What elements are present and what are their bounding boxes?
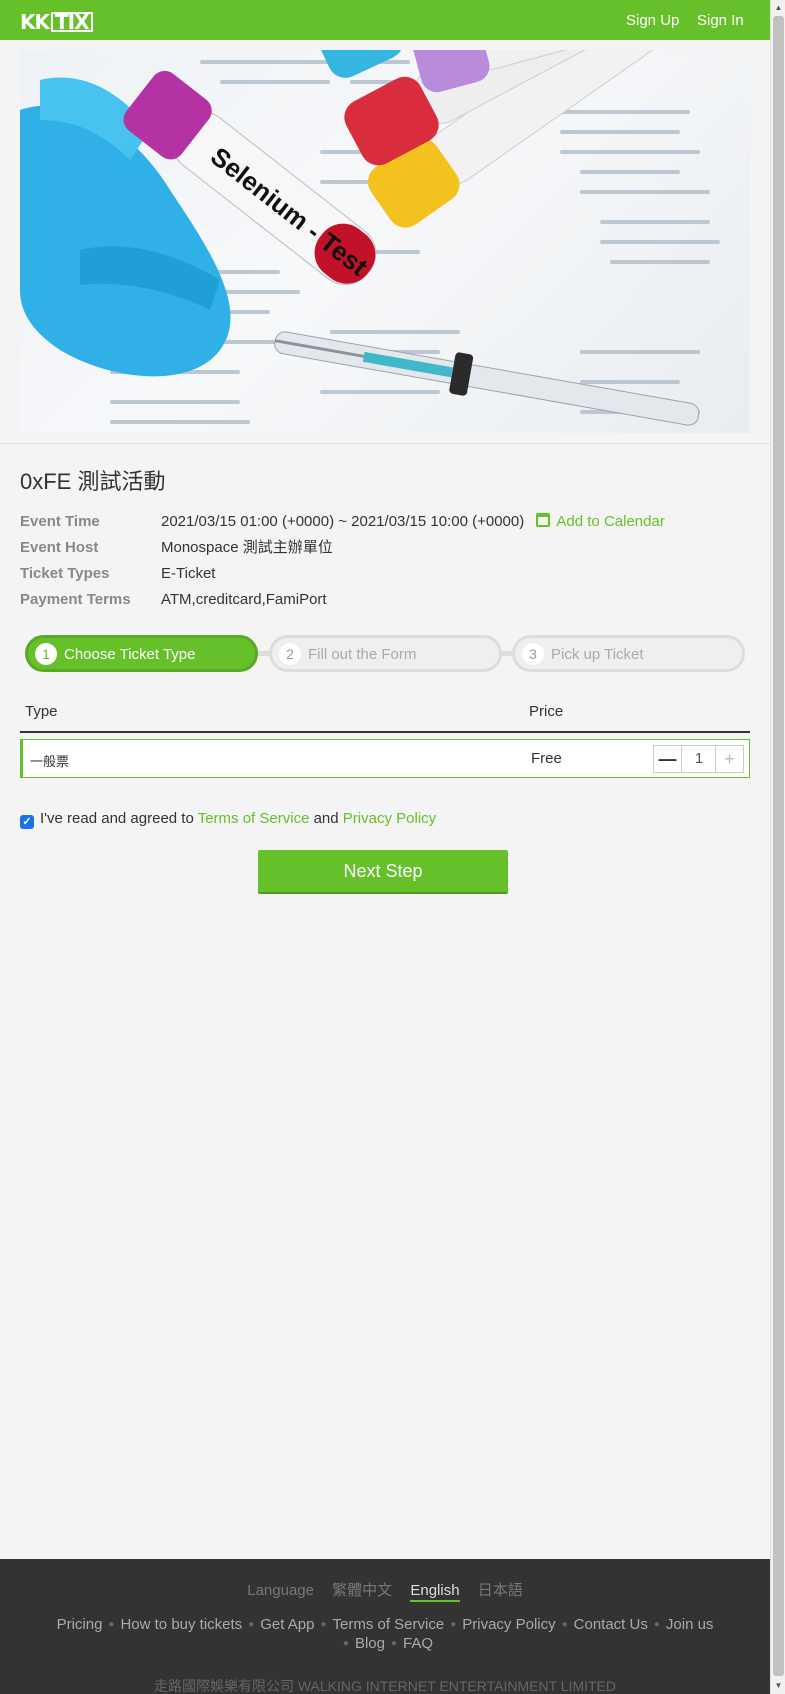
footer-link-contact[interactable]: Contact Us xyxy=(574,1616,648,1633)
scroll-thumb[interactable] xyxy=(773,16,784,1676)
footer-link-join-us[interactable]: Join us xyxy=(666,1616,714,1633)
tube-label: Selenium - Test xyxy=(205,141,374,282)
agreement-row: ✓ I've read and agreed to Terms of Servic… xyxy=(20,810,436,829)
minus-icon[interactable]: — xyxy=(654,746,682,772)
footer-link-pricing[interactable]: Pricing xyxy=(57,1616,103,1633)
add-to-calendar-link[interactable]: Add to Calendar xyxy=(536,513,665,530)
agreement-prefix: I've read and agreed to xyxy=(40,810,194,827)
sign-up-link[interactable]: Sign Up xyxy=(626,12,679,29)
event-title: 0xFE 測試活動 xyxy=(20,469,166,494)
scroll-up-icon[interactable]: ▲ xyxy=(773,2,784,14)
step-fill-out-form: 2 Fill out the Form xyxy=(269,635,502,672)
copyright: 走路國際娛樂有限公司 WALKING INTERNET ENTERTAINMEN… xyxy=(153,1678,617,1694)
top-navbar: KK TIX Sign Up Sign In xyxy=(0,0,770,40)
language-switcher: Language 繁體中文 English 日本語 xyxy=(0,1579,770,1602)
ticket-row: 一般票 Free — 1 + xyxy=(20,739,750,778)
language-label: Language xyxy=(247,1582,314,1599)
type-column-header: Type xyxy=(25,703,58,720)
footer-link-get-app[interactable]: Get App xyxy=(260,1616,314,1633)
kktix-logo[interactable]: KK TIX xyxy=(20,10,93,34)
footer-link-blog[interactable]: Blog xyxy=(355,1635,385,1652)
banner-illustration: Selenium - Test xyxy=(20,50,720,426)
event-host-value: Monospace 測試主辦單位 xyxy=(161,539,333,556)
ticket-types-value: E-Ticket xyxy=(161,565,216,582)
footer-link-privacy[interactable]: Privacy Policy xyxy=(462,1616,555,1633)
step-choose-ticket-type: 1 Choose Ticket Type xyxy=(25,635,258,672)
event-time-value: 2021/03/15 01:00 (+0000) ~ 2021/03/15 10… xyxy=(161,512,665,532)
footer-link-how-to-buy[interactable]: How to buy tickets xyxy=(120,1616,242,1633)
agreement-checkbox[interactable]: ✓ xyxy=(20,815,34,829)
section-divider xyxy=(0,443,770,444)
privacy-policy-link[interactable]: Privacy Policy xyxy=(343,810,436,827)
quantity-stepper: — 1 + xyxy=(653,745,744,773)
price-column-header: Price xyxy=(529,703,564,720)
step-number: 1 xyxy=(35,643,57,665)
step-label: Fill out the Form xyxy=(308,646,417,663)
footer-link-faq[interactable]: FAQ xyxy=(403,1635,433,1652)
step-number: 2 xyxy=(279,643,301,665)
payment-terms-label: Payment Terms xyxy=(20,591,131,608)
table-header-rule xyxy=(20,731,750,733)
scroll-down-icon[interactable]: ▼ xyxy=(773,1680,784,1692)
ticket-price: Free xyxy=(531,750,562,767)
footer-links: Pricing ● How to buy tickets ● Get App ● Terms… xyxy=(56,1616,714,1652)
step-pick-up-ticket: 3 Pick up Ticket xyxy=(512,635,745,672)
footer-link-terms[interactable]: Terms of Service xyxy=(333,1616,445,1633)
ticket-types-label: Ticket Types xyxy=(20,565,110,582)
plus-icon[interactable]: + xyxy=(715,746,743,772)
event-time-text: 2021/03/15 01:00 (+0000) ~ 2021/03/15 10… xyxy=(161,513,525,530)
language-zh-tw[interactable]: 繁體中文 xyxy=(332,1582,392,1599)
step-label: Pick up Ticket xyxy=(551,646,644,663)
event-time-label: Event Time xyxy=(20,513,100,530)
agreement-and: and xyxy=(313,810,339,827)
step-number: 3 xyxy=(522,643,544,665)
language-ja[interactable]: 日本語 xyxy=(478,1582,523,1599)
terms-of-service-link[interactable]: Terms of Service xyxy=(198,810,310,827)
event-banner-image: Selenium - Test xyxy=(20,50,750,433)
event-host-label: Event Host xyxy=(20,539,99,556)
page: KK TIX Sign Up Sign In Selenium - Test 0… xyxy=(0,0,770,1694)
footer: Language 繁體中文 English 日本語 Pricing ● How to… xyxy=(0,1559,770,1694)
sign-in-link[interactable]: Sign In xyxy=(697,12,744,29)
next-step-button[interactable]: Next Step xyxy=(258,850,508,894)
step-label: Choose Ticket Type xyxy=(64,646,196,663)
calendar-icon xyxy=(536,513,551,527)
add-to-calendar-label: Add to Calendar xyxy=(556,513,665,530)
ticket-name: 一般票 xyxy=(30,754,70,769)
payment-terms-value: ATM,creditcard,FamiPort xyxy=(161,591,327,608)
quantity-value[interactable]: 1 xyxy=(682,746,716,772)
page-scrollbar[interactable]: ▲ ▼ xyxy=(770,0,785,1694)
event-time-row: Event Time 2021/03/15 01:00 (+0000) ~ 20… xyxy=(20,512,760,532)
language-en[interactable]: English xyxy=(410,1582,460,1602)
